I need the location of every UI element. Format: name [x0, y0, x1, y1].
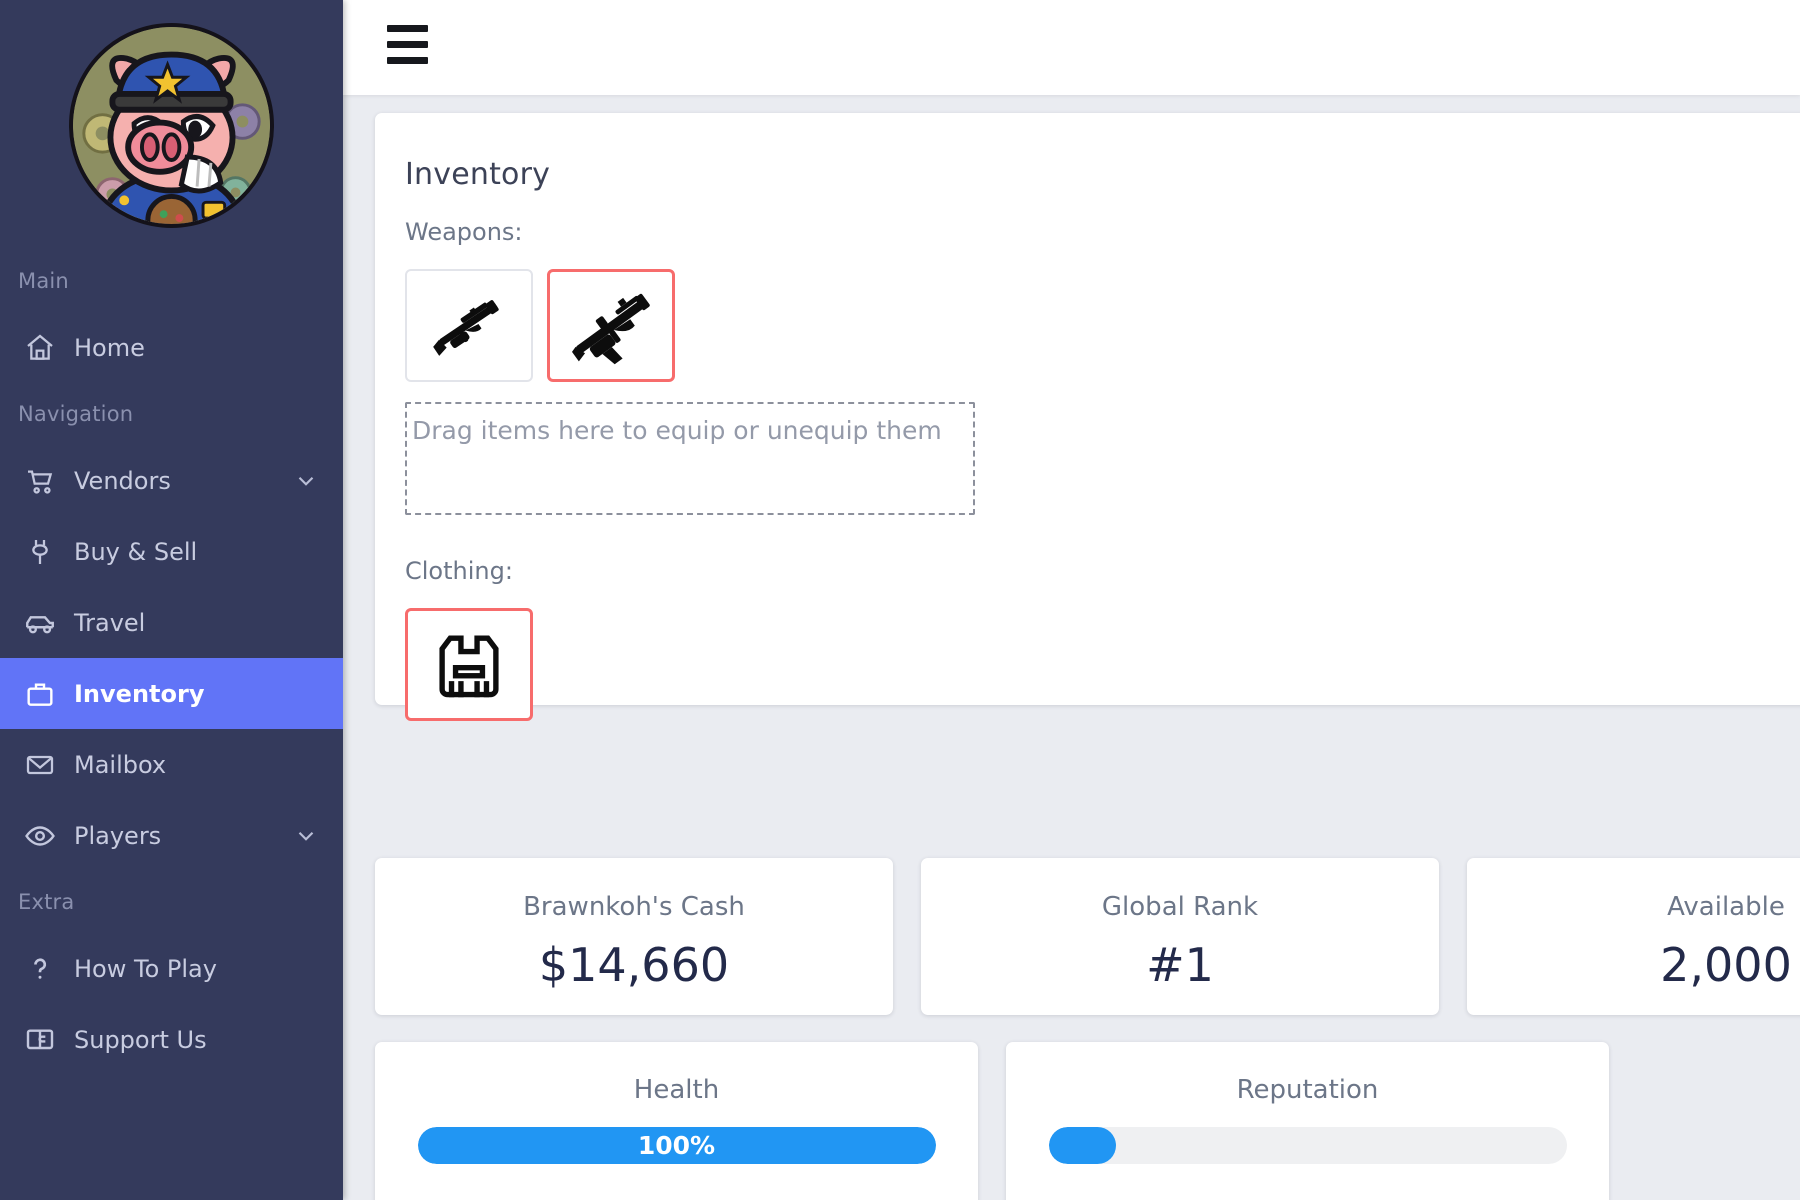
clothing-label: Clothing: — [405, 557, 513, 585]
stat-card-available: Available 2,000 — [1467, 858, 1800, 1015]
health-progress-fill: 100% — [417, 1127, 936, 1164]
sidebar-item-how-to-play[interactable]: How To Play — [0, 933, 343, 1004]
stat-card-global-rank: Global Rank #1 — [921, 858, 1439, 1015]
chevron-down-icon[interactable] — [293, 468, 319, 494]
hamburger-bar — [387, 24, 428, 32]
sidebar-item-players[interactable]: Players — [0, 800, 343, 871]
car-icon — [16, 603, 64, 643]
sidebar-item-buy-and-sell[interactable]: Buy & Sell — [0, 516, 343, 587]
sidebar-item-label: Home — [74, 333, 145, 362]
top-header-bar — [343, 0, 1800, 95]
stat-value: 2,000 — [1660, 938, 1792, 992]
weapon-slot-shotgun[interactable] — [405, 269, 533, 382]
question-mark-icon — [16, 949, 64, 989]
stat-value: $14,660 — [538, 938, 730, 992]
stat-label: Global Rank — [1101, 892, 1259, 922]
stat-label: Brawnkoh's Cash — [523, 892, 745, 922]
sidebar: Main Home Navigation Vendors Buy & Sell … — [0, 0, 343, 1200]
avatar — [69, 22, 274, 228]
chevron-down-icon[interactable] — [293, 823, 319, 849]
app-root: Main Home Navigation Vendors Buy & Sell … — [0, 0, 1800, 1200]
body-armor-vest-icon — [439, 634, 499, 697]
brand-logo[interactable] — [0, 0, 343, 250]
clothing-slot-row — [405, 608, 1800, 721]
plug-icon — [16, 532, 64, 572]
assault-rifle-icon — [571, 293, 650, 364]
bar-label: Reputation — [1236, 1075, 1379, 1105]
main-content: Inventory Weapons: Drag items here to eq… — [343, 95, 1800, 1200]
reputation-progress-track — [1048, 1127, 1567, 1164]
sidebar-group-navigation: Navigation Vendors Buy & Sell Travel Inv… — [0, 383, 343, 871]
clothing-slot-body-armor[interactable] — [405, 608, 533, 721]
sidebar-item-label: Support Us — [74, 1025, 207, 1054]
weapon-slot-assault-rifle[interactable] — [547, 269, 675, 382]
hamburger-menu-icon[interactable] — [387, 20, 431, 68]
sidebar-section-title-extra: Extra — [18, 890, 75, 914]
sidebar-item-label: Buy & Sell — [74, 537, 198, 566]
sidebar-item-label: Mailbox — [74, 750, 167, 779]
eye-icon — [16, 816, 64, 856]
bar-card-health: Health 100% — [375, 1042, 978, 1200]
hamburger-bar — [387, 56, 428, 64]
cart-icon — [16, 461, 64, 501]
briefcase-icon — [16, 674, 64, 714]
sidebar-group-extra: Extra How To Play Support Us — [0, 871, 343, 1075]
health-progress-track: 100% — [417, 1127, 936, 1164]
home-icon — [16, 328, 64, 368]
page-title: Inventory — [405, 157, 551, 192]
envelope-icon — [16, 745, 64, 785]
donate-icon — [16, 1020, 64, 1060]
sidebar-item-label: Vendors — [74, 466, 171, 495]
sidebar-section-title-navigation: Navigation — [18, 402, 134, 426]
sidebar-item-home[interactable]: Home — [0, 312, 343, 383]
bar-card-reputation: Reputation — [1006, 1042, 1609, 1200]
inventory-panel: Inventory Weapons: Drag items here to eq… — [375, 113, 1800, 721]
sidebar-item-vendors[interactable]: Vendors — [0, 445, 343, 516]
bar-label: Health — [633, 1075, 720, 1105]
sidebar-group-main: Main Home — [0, 250, 343, 383]
sidebar-item-label: How To Play — [74, 954, 217, 983]
weapons-slot-row — [405, 269, 1800, 382]
sidebar-item-travel[interactable]: Travel — [0, 587, 343, 658]
sidebar-item-support-us[interactable]: Support Us — [0, 1004, 343, 1075]
sidebar-section-title-main: Main — [18, 269, 69, 293]
stat-label: Available — [1667, 892, 1785, 922]
sidebar-item-label: Inventory — [74, 679, 205, 708]
hamburger-bar — [387, 40, 428, 48]
weapons-label: Weapons: — [405, 218, 523, 246]
dropzone-hint-text: Drag items here to equip or unequip them — [412, 416, 942, 445]
shotgun-icon — [433, 299, 499, 356]
sidebar-item-label: Players — [74, 821, 162, 850]
sidebar-item-inventory[interactable]: Inventory — [0, 658, 343, 729]
stat-value: #1 — [1146, 938, 1214, 992]
stat-card-cash: Brawnkoh's Cash $14,660 — [375, 858, 893, 1015]
sidebar-item-mailbox[interactable]: Mailbox — [0, 729, 343, 800]
sidebar-item-label: Travel — [74, 608, 146, 637]
equip-dropzone[interactable]: Drag items here to equip or unequip them — [405, 402, 975, 515]
reputation-progress-fill — [1048, 1127, 1116, 1164]
